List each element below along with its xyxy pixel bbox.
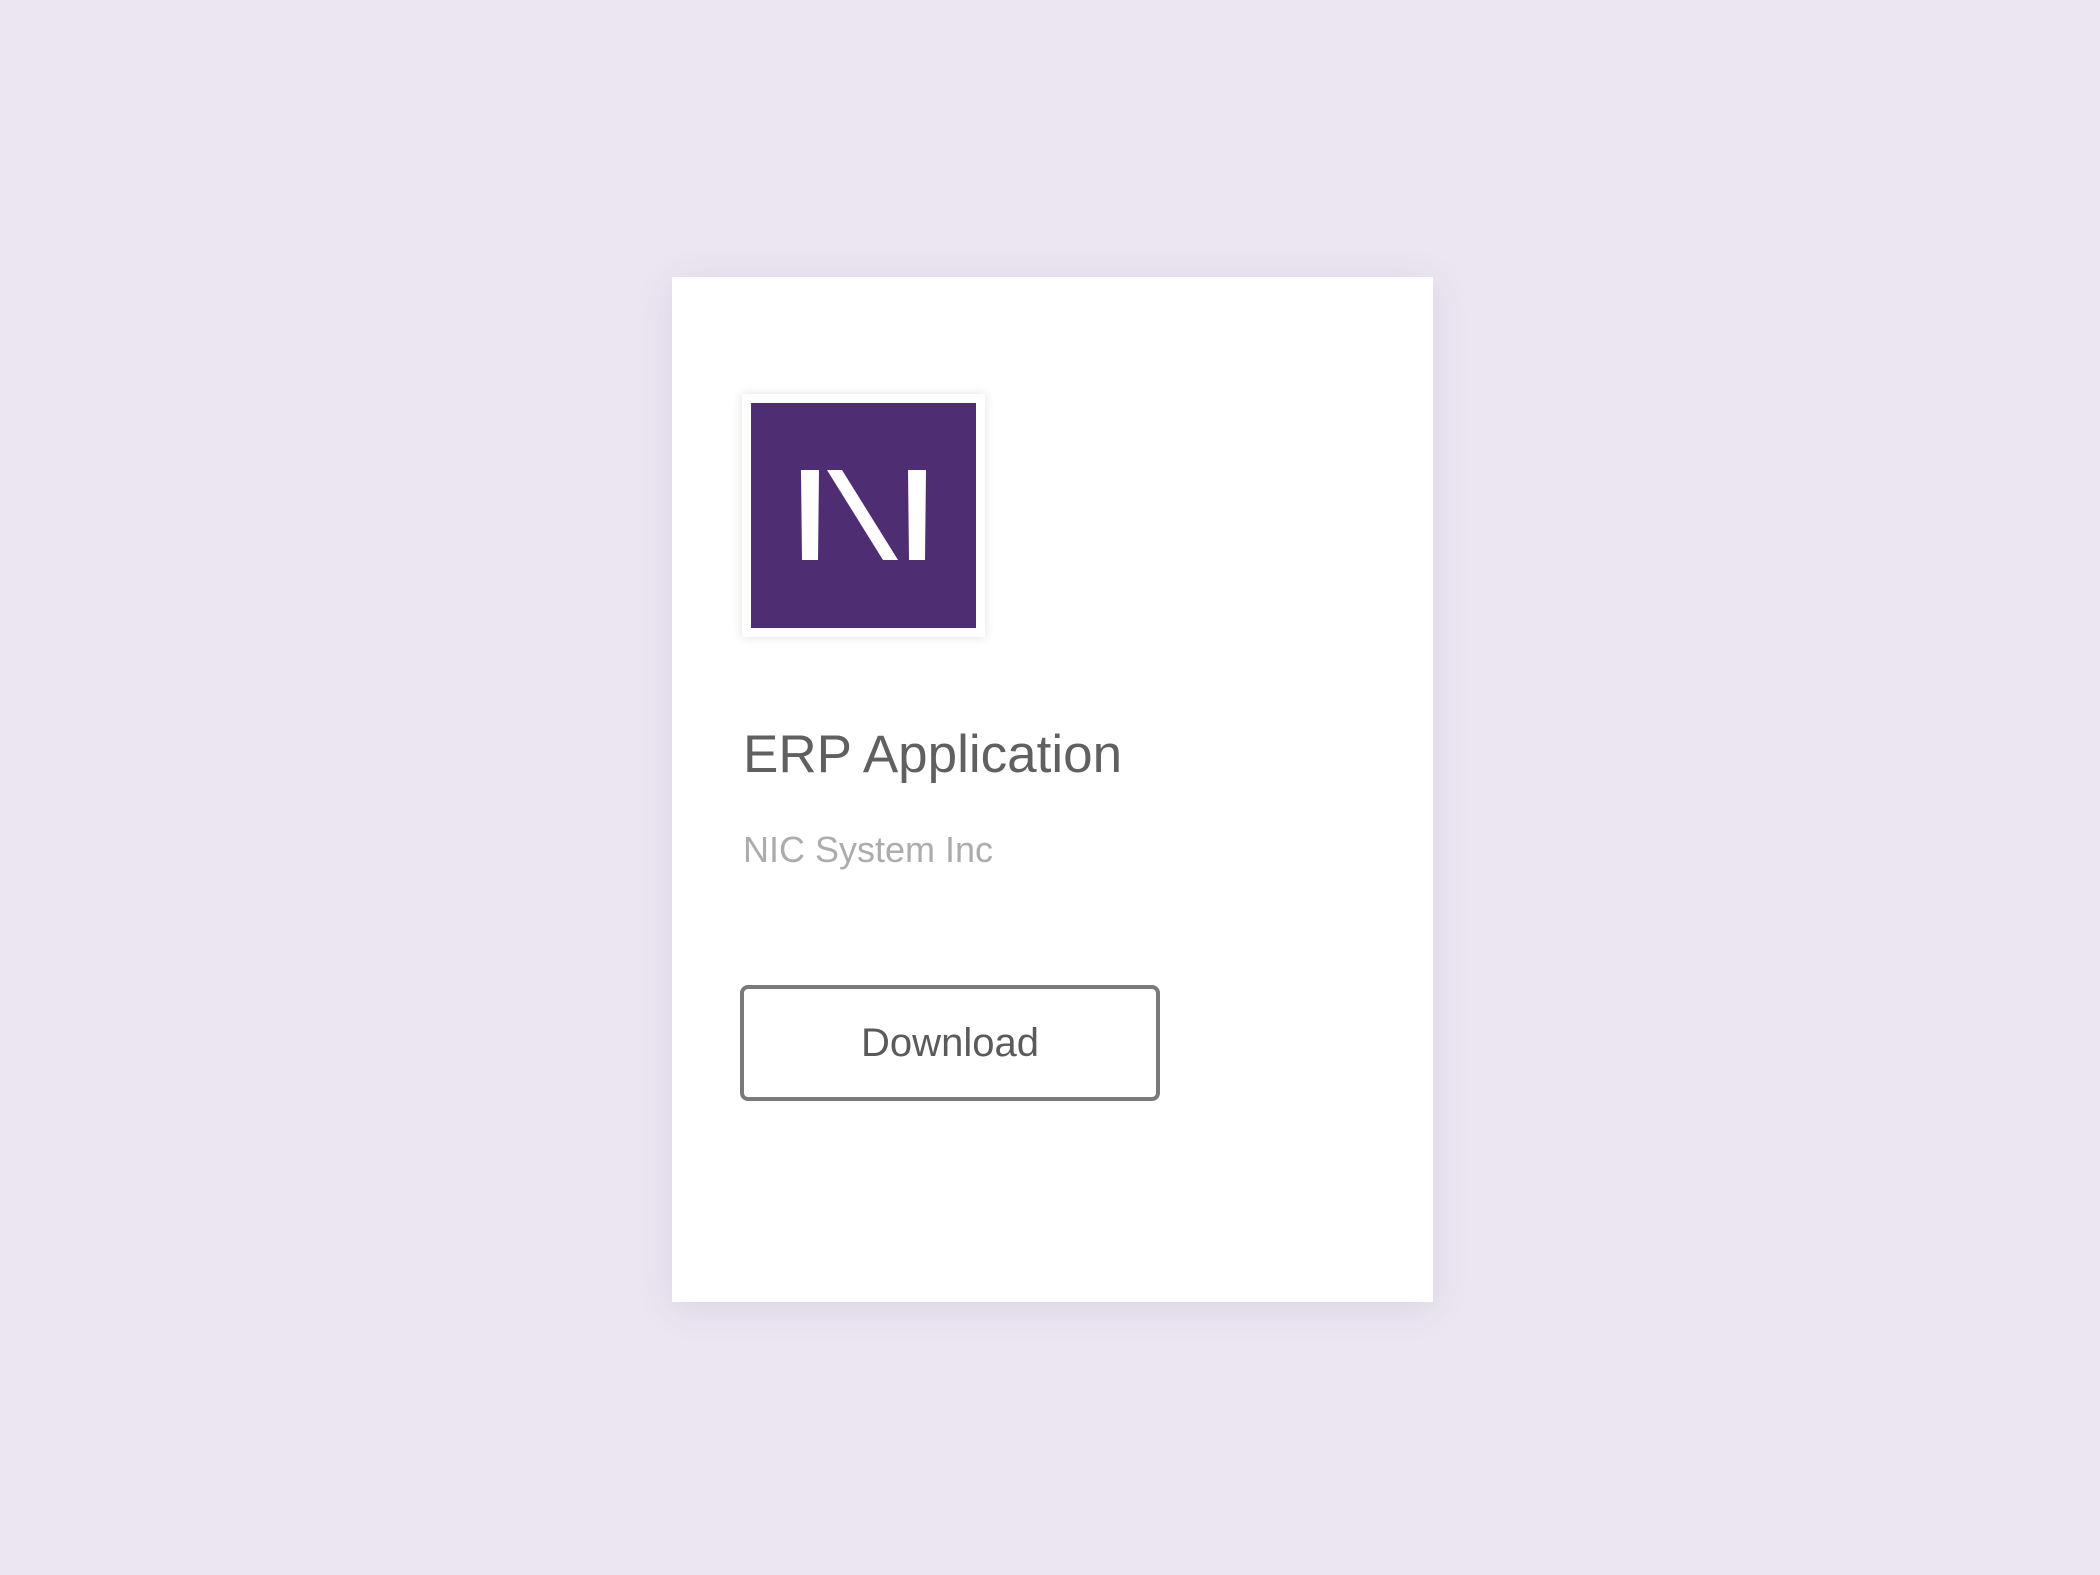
nic-logo-icon — [751, 403, 976, 628]
app-logo — [742, 394, 985, 637]
vendor-name: NIC System Inc — [743, 829, 994, 870]
app-title: ERP Application — [743, 725, 1123, 784]
download-button[interactable]: Download — [740, 985, 1160, 1101]
app-card: ERP Application NIC System Inc Download — [672, 277, 1433, 1302]
